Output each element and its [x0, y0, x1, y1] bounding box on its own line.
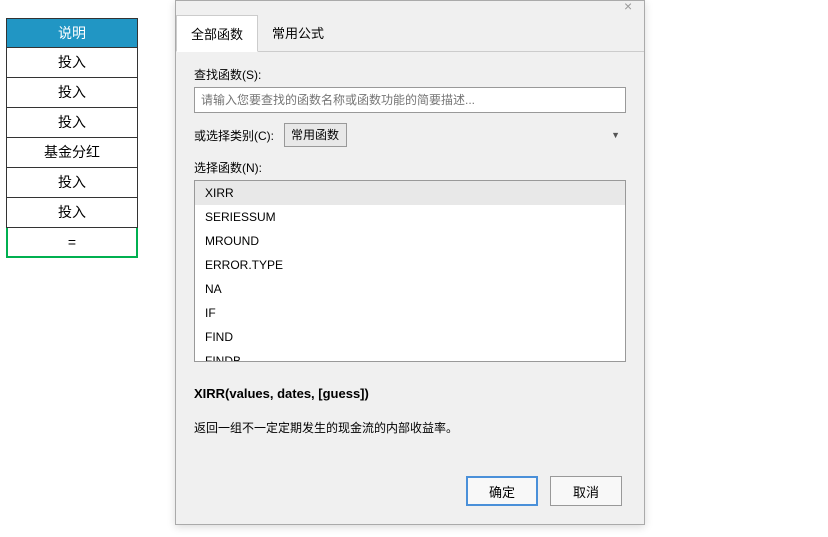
dialog-content: 查找函数(S): 或选择类别(C): 常用函数 选择函数(N): XIRR SE…	[176, 52, 644, 451]
category-select[interactable]: 常用函数	[284, 123, 347, 147]
dialog-buttons: 确定 取消	[466, 476, 622, 506]
tab-all-functions[interactable]: 全部函数	[176, 15, 258, 52]
formula-cell[interactable]: =	[6, 228, 138, 258]
search-label: 查找函数(S):	[194, 66, 626, 83]
cell-row[interactable]: 基金分红	[6, 138, 138, 168]
function-item[interactable]: NA	[195, 277, 625, 301]
ok-button[interactable]: 确定	[466, 476, 538, 506]
insert-function-dialog: × 全部函数 常用公式 查找函数(S): 或选择类别(C): 常用函数 选择函数…	[175, 0, 645, 525]
function-item[interactable]: SERIESSUM	[195, 205, 625, 229]
spreadsheet-column: 说明 投入 投入 投入 基金分红 投入 投入 =	[6, 18, 138, 258]
dialog-titlebar: ×	[176, 1, 644, 15]
function-description: 返回一组不一定定期发生的现金流的内部收益率。	[194, 419, 626, 437]
cell-row[interactable]: 投入	[6, 198, 138, 228]
tab-common-formulas[interactable]: 常用公式	[258, 15, 338, 51]
function-item[interactable]: FINDB	[195, 349, 625, 362]
function-item[interactable]: FIND	[195, 325, 625, 349]
function-list[interactable]: XIRR SERIESSUM MROUND ERROR.TYPE NA IF F…	[194, 180, 626, 362]
category-label: 或选择类别(C):	[194, 127, 274, 144]
column-header[interactable]: 说明	[6, 18, 138, 48]
function-item[interactable]: MROUND	[195, 229, 625, 253]
function-item[interactable]: XIRR	[195, 181, 625, 205]
function-signature: XIRR(values, dates, [guess])	[194, 386, 626, 401]
cell-row[interactable]: 投入	[6, 48, 138, 78]
function-item[interactable]: ERROR.TYPE	[195, 253, 625, 277]
search-input[interactable]	[194, 87, 626, 113]
close-icon[interactable]: ×	[624, 1, 636, 13]
function-item[interactable]: IF	[195, 301, 625, 325]
tab-bar: 全部函数 常用公式	[176, 15, 644, 52]
cell-row[interactable]: 投入	[6, 108, 138, 138]
cancel-button[interactable]: 取消	[550, 476, 622, 506]
cell-row[interactable]: 投入	[6, 168, 138, 198]
function-list-label: 选择函数(N):	[194, 159, 626, 176]
cell-row[interactable]: 投入	[6, 78, 138, 108]
